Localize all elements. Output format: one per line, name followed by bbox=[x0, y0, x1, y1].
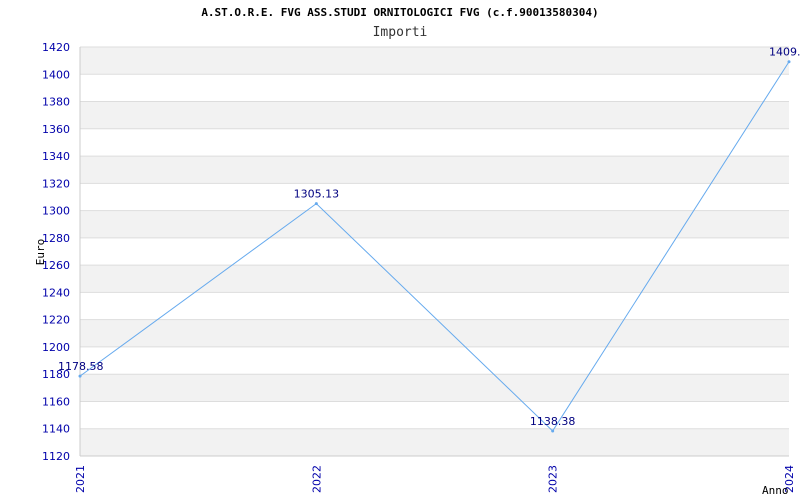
y-tick-label: 1220 bbox=[42, 314, 70, 327]
data-point bbox=[78, 374, 82, 378]
data-point bbox=[787, 60, 791, 64]
grid-band bbox=[80, 101, 789, 129]
x-tick-label: 2021 bbox=[74, 465, 87, 493]
data-label: 1305.13 bbox=[294, 188, 340, 201]
grid-band bbox=[80, 319, 789, 347]
x-tick-label: 2023 bbox=[547, 465, 560, 493]
data-label: 1178.58 bbox=[58, 360, 104, 373]
grid-band bbox=[80, 210, 789, 238]
grid-band bbox=[80, 374, 789, 402]
grid-band bbox=[80, 265, 789, 293]
y-tick-label: 1400 bbox=[42, 68, 70, 81]
data-label: 1138.38 bbox=[530, 415, 576, 428]
y-tick-label: 1240 bbox=[42, 286, 70, 299]
y-tick-label: 1360 bbox=[42, 123, 70, 136]
y-tick-label: 1340 bbox=[42, 150, 70, 163]
y-tick-label: 1160 bbox=[42, 395, 70, 408]
grid-band bbox=[80, 428, 789, 456]
y-tick-label: 1140 bbox=[42, 423, 70, 436]
chart-container: A.ST.O.R.E. FVG ASS.STUDI ORNITOLOGICI F… bbox=[0, 0, 800, 500]
y-tick-label: 1320 bbox=[42, 177, 70, 190]
y-axis-label: Euro bbox=[34, 239, 47, 266]
y-tick-label: 1380 bbox=[42, 96, 70, 109]
y-tick-label: 1120 bbox=[42, 450, 70, 463]
line-chart: 1120114011601180120012201240126012801300… bbox=[34, 41, 800, 497]
data-point bbox=[551, 429, 555, 433]
grid-band bbox=[80, 156, 789, 184]
x-tick-label: 2022 bbox=[310, 465, 323, 493]
y-tick-label: 1200 bbox=[42, 341, 70, 354]
y-tick-label: 1300 bbox=[42, 205, 70, 218]
grid-band bbox=[80, 47, 789, 75]
data-label: 1409.2 bbox=[769, 46, 800, 59]
x-axis-label: Anno bbox=[762, 484, 789, 497]
y-tick-label: 1420 bbox=[42, 41, 70, 54]
data-point bbox=[314, 202, 318, 206]
